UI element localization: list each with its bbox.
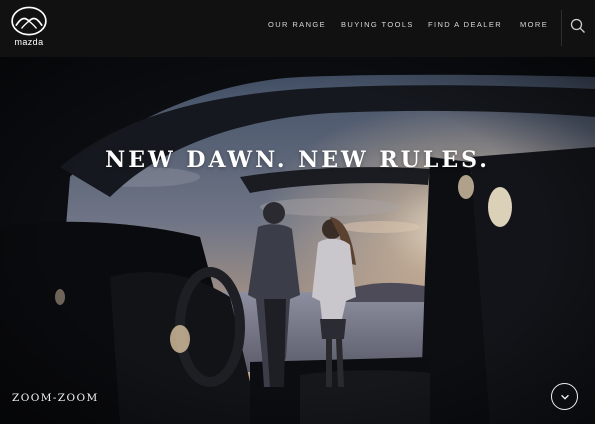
nav-divider (561, 10, 562, 46)
nav-find-a-dealer[interactable]: FIND A DEALER (428, 20, 502, 29)
nav-more[interactable]: MORE (520, 20, 548, 29)
nav-buying-tools[interactable]: BUYING TOOLS (341, 20, 414, 29)
nav-our-range[interactable]: OUR RANGE (268, 20, 326, 29)
search-icon (570, 18, 585, 33)
scroll-down-button[interactable] (551, 383, 578, 410)
chevron-down-icon (560, 394, 569, 400)
zoom-zoom-tagline: ZOOM-ZOOM (12, 392, 99, 404)
main-nav: OUR RANGE BUYING TOOLS FIND A DEALER MOR… (0, 0, 595, 57)
hero-image (0, 57, 595, 424)
hero-title: NEW DAWN. NEW RULES. (105, 147, 490, 173)
search-button[interactable] (569, 17, 587, 35)
hero-banner: NEW DAWN. NEW RULES. (0, 57, 595, 424)
site-header: mazda OUR RANGE BUYING TOOLS FIND A DEAL… (0, 0, 595, 57)
